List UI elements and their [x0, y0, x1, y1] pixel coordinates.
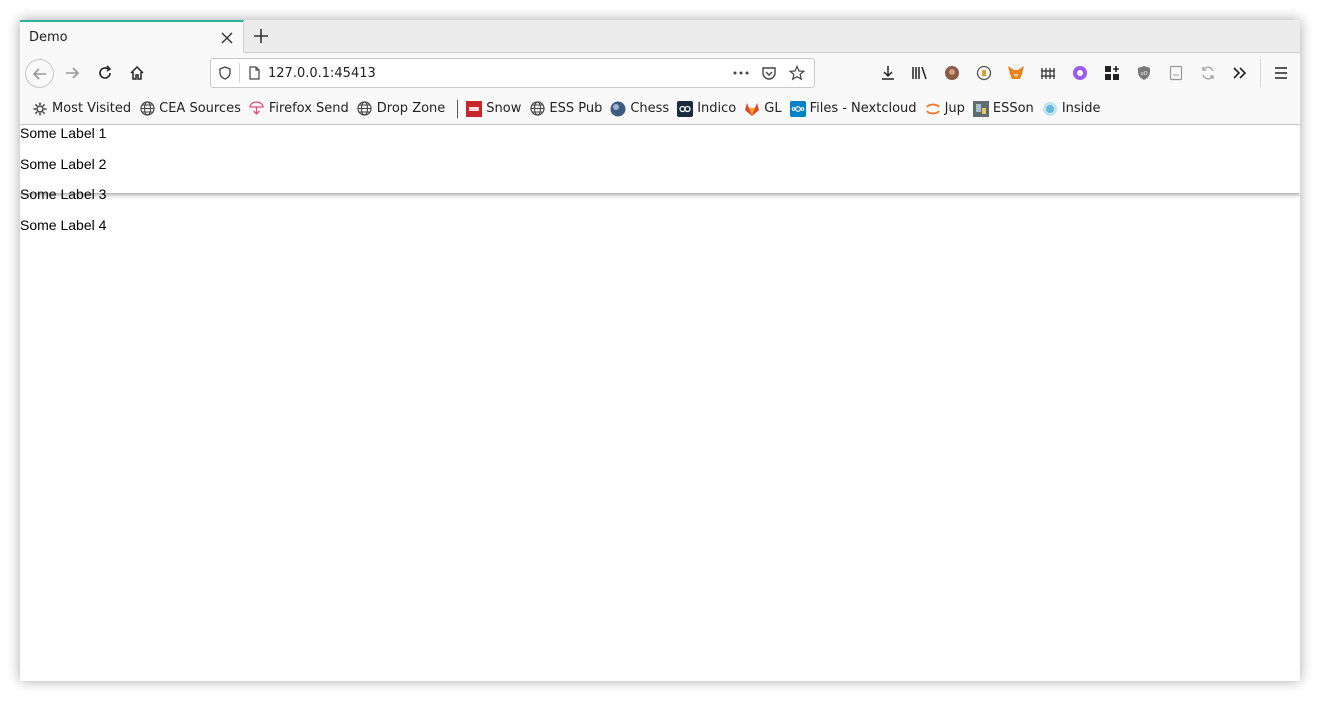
bookmark-inside[interactable]: Inside: [1040, 97, 1107, 121]
ublock-shield-icon[interactable]: uO: [1128, 59, 1160, 87]
github-extension-icon[interactable]: [1064, 59, 1096, 87]
jupyter-icon: [925, 101, 941, 117]
url-actions: [728, 60, 814, 86]
privacy-extension-icon[interactable]: [968, 59, 1000, 87]
bookmark-jup[interactable]: Jup: [923, 97, 971, 121]
label-4: Some Label 4: [20, 217, 107, 233]
shield-icon[interactable]: [211, 59, 239, 87]
gear-icon: [32, 101, 48, 117]
browser-window: Demo 127.0.0.1:45413 uO Most Visited CEA…: [20, 20, 1300, 681]
tab-title: Demo: [29, 30, 68, 45]
more-icon[interactable]: [728, 60, 754, 86]
label-2: Some Label 2: [20, 156, 107, 172]
forward-button[interactable]: [58, 59, 86, 87]
bookmark-cea-sources[interactable]: CEA Sources: [137, 97, 247, 121]
label-1: Some Label 1: [20, 125, 107, 141]
globe-icon: [529, 101, 545, 117]
now-icon: [466, 100, 483, 117]
pocket-icon[interactable]: [756, 60, 782, 86]
bookmark-most-visited[interactable]: Most Visited: [30, 97, 137, 121]
metamask-fox-icon[interactable]: [1000, 59, 1032, 87]
bookmark-firefox-send[interactable]: Firefox Send: [247, 97, 355, 121]
chess-icon: [610, 101, 626, 117]
ess-icon: [972, 100, 989, 117]
bookmark-gl[interactable]: GL: [742, 97, 787, 121]
library-icon[interactable]: [904, 59, 936, 87]
toolbar-right: uO: [872, 59, 1297, 87]
shadow-panel: [20, 125, 1300, 193]
bookmark-indico[interactable]: Indico: [675, 97, 742, 121]
gitlab-icon: [744, 101, 760, 117]
navigation-toolbar: 127.0.0.1:45413 uO: [20, 53, 1300, 93]
tab-demo[interactable]: Demo: [20, 20, 244, 53]
bookmark-chess[interactable]: Chess: [608, 97, 675, 121]
close-icon[interactable]: [217, 28, 237, 48]
send-icon: [249, 101, 265, 117]
chevron-overflow-icon[interactable]: [1224, 59, 1256, 87]
reload-icon: [99, 65, 112, 79]
url-input[interactable]: 127.0.0.1:45413: [268, 66, 728, 81]
bookmark-esson[interactable]: ESSon: [971, 97, 1040, 121]
inside-icon: [1042, 101, 1058, 117]
svg-text:uO: uO: [1140, 71, 1147, 77]
reader-page-icon[interactable]: [1160, 59, 1192, 87]
reload-button[interactable]: [91, 59, 119, 87]
grid-plus-icon[interactable]: [1096, 59, 1128, 87]
bookmark-snow[interactable]: Snow: [464, 97, 527, 121]
toolbar-separator: [1260, 59, 1261, 87]
bookmark-files-nextcloud[interactable]: Files - Nextcloud: [788, 97, 923, 121]
star-icon[interactable]: [784, 60, 810, 86]
url-bar[interactable]: 127.0.0.1:45413: [210, 58, 815, 88]
back-button[interactable]: [25, 59, 54, 88]
globe-icon: [357, 101, 373, 117]
plus-icon: [254, 29, 268, 43]
home-button[interactable]: [123, 59, 151, 87]
label-3: Some Label 3: [20, 186, 107, 202]
arrow-left-icon: [32, 67, 46, 80]
globe-icon: [139, 101, 155, 117]
bookmark-ess-pub[interactable]: ESS Pub: [527, 97, 608, 121]
hamburger-menu-icon[interactable]: [1265, 59, 1297, 87]
bookmark-drop-zone[interactable]: Drop Zone: [355, 97, 452, 121]
download-icon[interactable]: [872, 59, 904, 87]
page-icon: [240, 59, 268, 87]
indico-icon: [677, 100, 694, 117]
home-icon: [130, 65, 144, 80]
page-content: Some Label 1 Some Label 2 Some Label 3 S…: [20, 125, 1300, 681]
bookmarks-toolbar: Most Visited CEA Sources Firefox Send Dr…: [20, 93, 1300, 125]
arrow-right-icon: [66, 67, 80, 79]
nextcloud-icon: [789, 100, 806, 117]
new-tab-button[interactable]: [249, 24, 273, 48]
bookmark-separator: [457, 99, 459, 118]
sync-icon[interactable]: [1192, 59, 1224, 87]
tab-strip: Demo: [20, 20, 1300, 53]
fence-extension-icon[interactable]: [1032, 59, 1064, 87]
avatar-extension-icon[interactable]: [936, 59, 968, 87]
